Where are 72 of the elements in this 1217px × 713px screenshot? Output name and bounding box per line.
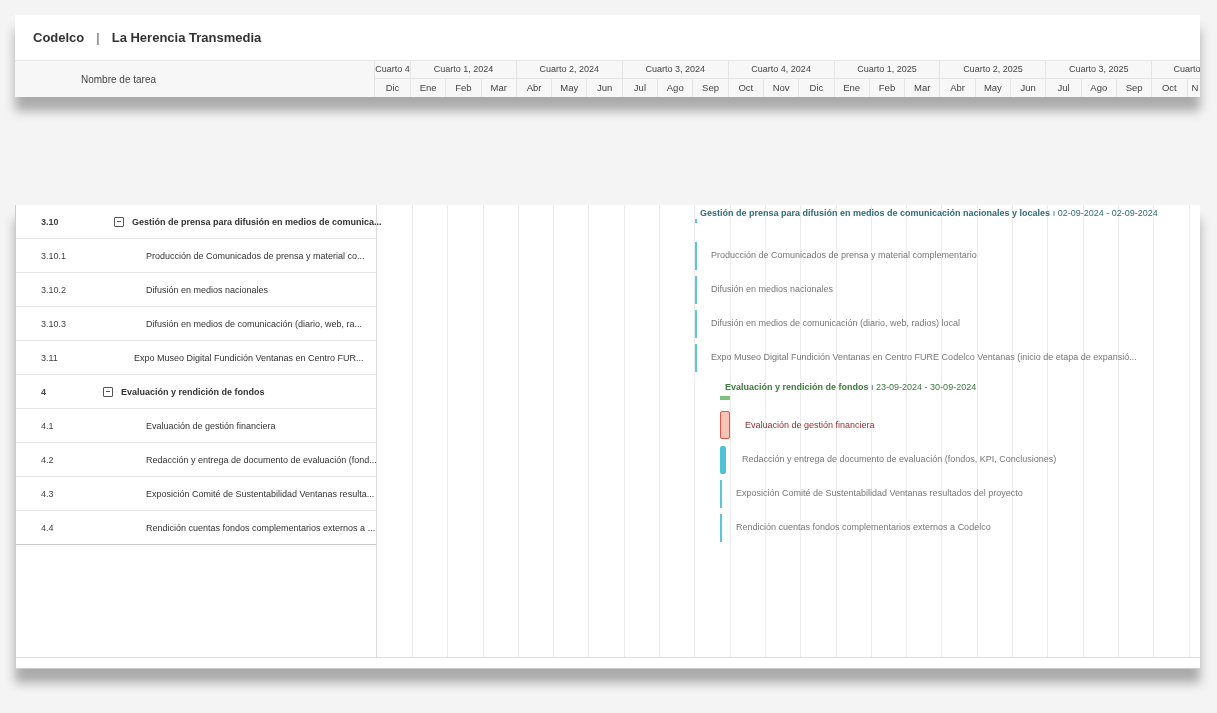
task-label: Producción de Comunicados de prensa y material complementario: [711, 250, 977, 260]
task-id: 3.10: [40, 216, 60, 227]
month-header: Ene: [411, 79, 447, 97]
task-label: Rendición cuentas fondos complementarios externos a Codelco: [736, 522, 991, 532]
month-header: Mar: [905, 79, 941, 97]
month-header: Nov: [763, 79, 800, 97]
task-name[interactable]: Producción de Comunicados de prensa y material co...: [146, 250, 365, 261]
task-id: 4: [40, 386, 47, 397]
collapse-icon[interactable]: [103, 386, 113, 397]
task-name[interactable]: Evaluación y rendición de fondos: [121, 386, 265, 397]
task-id: 4.1: [40, 420, 55, 431]
month-header: May: [975, 79, 1012, 97]
task-label: Expo Museo Digital Fundición Ventanas en Centro FURE Codelco Ventanas (inicio de etapa de expansió...: [711, 352, 1137, 362]
task-id: 3.11: [40, 352, 59, 363]
task-bar[interactable]: [720, 446, 726, 474]
month-header: Feb: [446, 79, 482, 97]
task-name[interactable]: Exposición Comité de Sustentabilidad Ventanas resulta...: [146, 488, 375, 499]
task-label: Difusión en medios de comunicación (diario, web, radios) local: [711, 318, 961, 328]
task-id: 4.4: [40, 522, 55, 533]
summary-bar[interactable]: [720, 396, 730, 400]
quarter-header: Cuarto 3, 2024: [622, 61, 728, 79]
task-name-header: Nombre de tarea: [15, 61, 375, 97]
task-name[interactable]: Difusión en medios de comunicación (diario, web, ra...: [146, 318, 363, 329]
month-header: Oct: [728, 79, 764, 97]
month-header: Jun: [1011, 79, 1047, 97]
month-header: Jun: [587, 79, 623, 97]
project-title: La Herencia Transmedia: [111, 30, 262, 45]
month-header: Dic: [375, 79, 411, 97]
month-header: Ago: [1081, 79, 1117, 97]
summary-label: Gestión de prensa para difusión en medios de comunicación nacionales y locales ı 02-09-2024 - 02-09-2024: [700, 208, 1158, 218]
task-id: 4.2: [40, 454, 55, 465]
collapse-icon[interactable]: [114, 216, 124, 227]
task-label: Redacción y entrega de documento de evaluación (fondos, KPI, Conclusiones): [742, 454, 1057, 464]
quarter-header: Cuarto 4, 2024: [728, 61, 834, 79]
task-bar[interactable]: [720, 411, 730, 439]
month-header: N: [1187, 79, 1200, 97]
company-name: Codelco: [33, 30, 85, 45]
task-name[interactable]: Redacción y entrega de documento de evaluación (fond...: [146, 454, 377, 465]
task-name[interactable]: Difusión en medios nacionales: [146, 284, 269, 295]
task-id: 3.10.2: [40, 284, 68, 295]
quarter-header: Cuarto 1, 2024: [411, 61, 516, 79]
quarter-header: Cuarto 3, 2025: [1046, 61, 1152, 79]
month-header: May: [552, 79, 588, 97]
task-label: Exposición Comité de Sustentabilidad Ventanas resultados del proyecto: [736, 488, 1023, 498]
title-separator: |: [96, 30, 100, 45]
task-name[interactable]: Expo Museo Digital Fundición Ventanas en Centro FUR...: [134, 352, 364, 363]
month-header: Mar: [481, 79, 517, 97]
month-header: Sep: [1116, 79, 1153, 97]
task-name[interactable]: Evaluación de gestión financiera: [146, 420, 276, 431]
month-header: Feb: [869, 79, 906, 97]
task-label: Evaluación de gestión financiera: [745, 420, 875, 430]
task-id: 3.10.1: [40, 250, 68, 261]
month-header: Ene: [834, 79, 870, 97]
quarter-header: Cuarto 4: [375, 61, 410, 79]
quarter-header: Cuarto 2, 2025: [940, 61, 1046, 79]
summary-label: Evaluación y rendición de fondos ı 23-09-2024 - 30-09-2024: [725, 382, 977, 392]
task-id: 4.3: [40, 488, 55, 499]
month-header: Jul: [1046, 79, 1082, 97]
month-header: Abr: [940, 79, 976, 97]
quarter-header: Cuarto 2, 2024: [516, 61, 622, 79]
quarter-header: Cuarto 1, 2025: [834, 61, 940, 79]
task-name[interactable]: Gestión de prensa para difusión en medios de comunica...: [132, 216, 382, 227]
task-name[interactable]: Rendición cuentas fondos complementarios externos a ...: [146, 522, 376, 533]
quarter-header: Cuarto: [1152, 61, 1200, 79]
month-header: Oct: [1152, 79, 1188, 97]
month-header: Ago: [658, 79, 694, 97]
month-header: Dic: [799, 79, 835, 97]
month-header: Sep: [693, 79, 729, 97]
month-header: Abr: [516, 79, 553, 97]
task-label: Difusión en medios nacionales: [711, 284, 834, 294]
month-header: Jul: [622, 79, 659, 97]
task-id: 3.10.3: [40, 318, 68, 329]
